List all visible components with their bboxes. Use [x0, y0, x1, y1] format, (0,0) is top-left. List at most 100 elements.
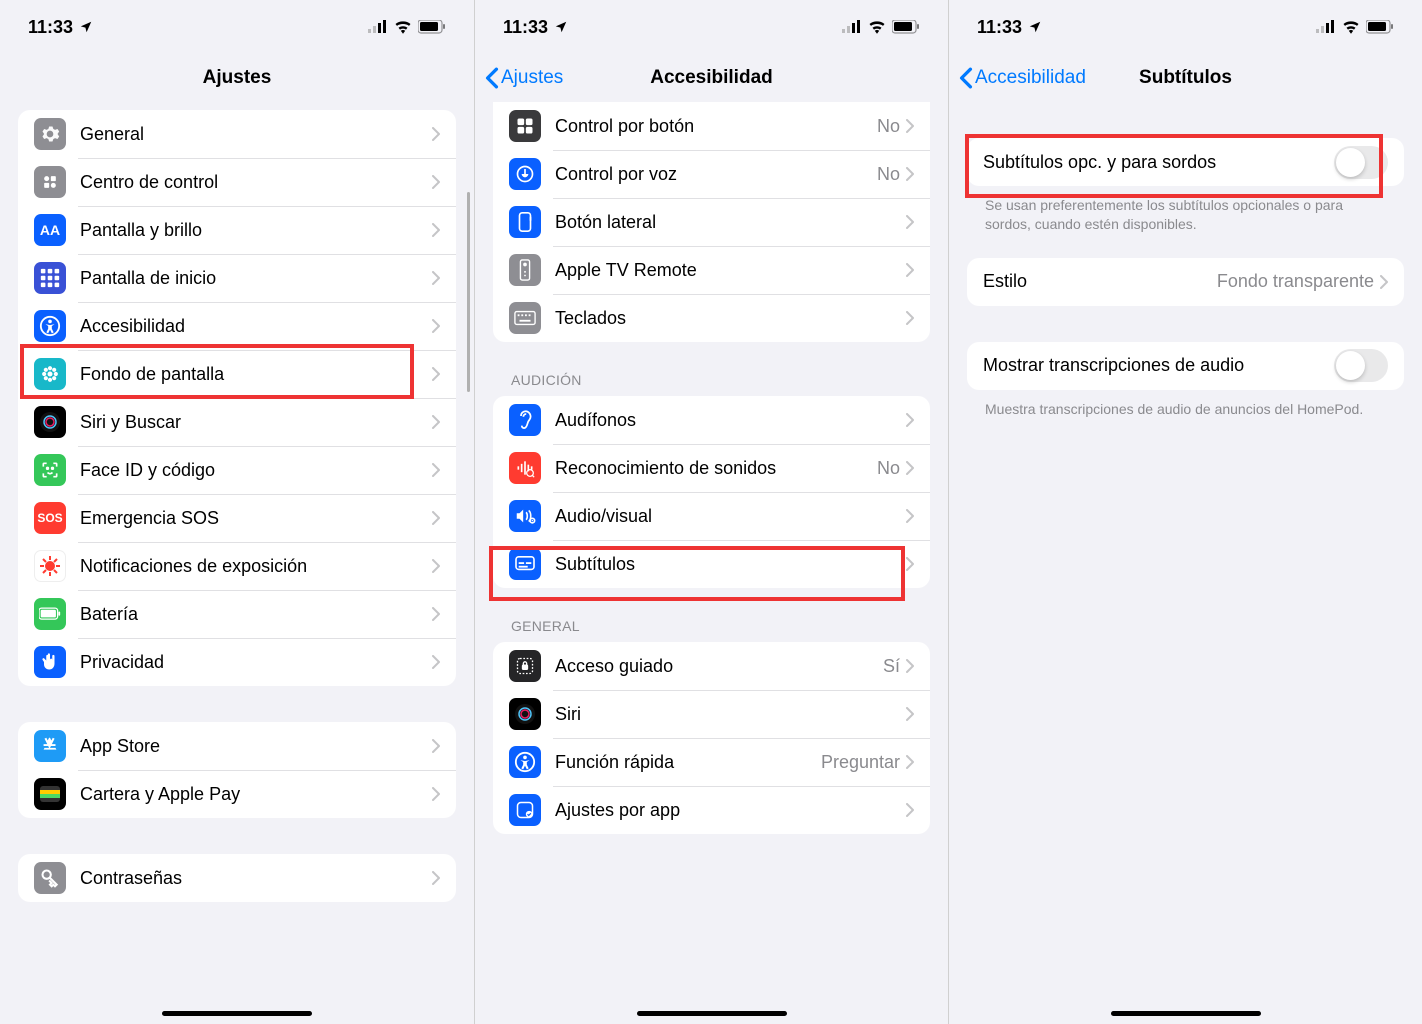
nav-bar: Ajustes	[0, 54, 474, 102]
back-button[interactable]: Accesibilidad	[959, 67, 1086, 89]
chevron-right-icon	[906, 803, 914, 817]
section-audicion: AUDICIÓN	[511, 372, 912, 388]
accessibility-list[interactable]: Control por botónNoControl por vozNoBotó…	[475, 102, 948, 1024]
home-indicator[interactable]	[637, 1011, 787, 1016]
chevron-right-icon	[432, 415, 440, 429]
row-general[interactable]: General	[18, 110, 456, 158]
chevron-right-icon	[906, 659, 914, 673]
row-apple-tv-remote[interactable]: Apple TV Remote	[493, 246, 930, 294]
row-funci-n-r-pida[interactable]: Función rápidaPreguntar	[493, 738, 930, 786]
chevron-left-icon	[959, 67, 973, 89]
battery-icon	[1366, 20, 1394, 34]
chevron-right-icon	[432, 463, 440, 477]
location-icon	[554, 20, 568, 34]
battery-icon	[892, 20, 920, 34]
hand-icon	[34, 646, 66, 678]
row-estilo[interactable]: Estilo Fondo transparente	[967, 258, 1404, 306]
chevron-right-icon	[906, 119, 914, 133]
row-contrase-as[interactable]: Contraseñas	[18, 854, 456, 902]
footer-subtitulos-opc: Se usan preferentemente los subtítulos o…	[985, 196, 1386, 234]
chevron-right-icon	[906, 461, 914, 475]
row-face-id-y-c-digo[interactable]: Face ID y código	[18, 446, 456, 494]
chevron-right-icon	[906, 311, 914, 325]
shortcut-icon	[509, 746, 541, 778]
row-siri[interactable]: Siri	[493, 690, 930, 738]
location-icon	[79, 20, 93, 34]
av-icon	[509, 500, 541, 532]
cc2-icon	[509, 548, 541, 580]
flower-icon	[34, 358, 66, 390]
row-bater-a[interactable]: Batería	[18, 590, 456, 638]
row-notificaciones-de-exposici-n[interactable]: Notificaciones de exposición	[18, 542, 456, 590]
access-icon	[34, 310, 66, 342]
siri2-icon	[509, 698, 541, 730]
chevron-right-icon	[906, 755, 914, 769]
row-reconocimiento-de-sonidos[interactable]: Reconocimiento de sonidosNo	[493, 444, 930, 492]
chevron-right-icon	[906, 263, 914, 277]
screen-ajustes: 11:33 Ajustes GeneralCentro de controlAA…	[0, 0, 474, 1024]
voice-icon	[509, 158, 541, 190]
page-title: Subtítulos	[1139, 67, 1232, 89]
covid-icon	[34, 550, 66, 582]
lock-icon	[509, 650, 541, 682]
chevron-right-icon	[906, 509, 914, 523]
row-pantalla-de-inicio[interactable]: Pantalla de inicio	[18, 254, 456, 302]
status-bar: 11:33	[0, 0, 474, 54]
cc-icon	[34, 166, 66, 198]
page-title: Ajustes	[203, 67, 272, 89]
row-subtitulos-opc[interactable]: Subtítulos opc. y para sordos	[967, 138, 1404, 186]
kbd-icon	[509, 302, 541, 334]
chevron-right-icon	[906, 167, 914, 181]
cellular-icon	[842, 20, 862, 34]
row-subt-tulos[interactable]: Subtítulos	[493, 540, 930, 588]
row-pantalla-y-brillo[interactable]: AAPantalla y brillo	[18, 206, 456, 254]
cellular-icon	[1316, 20, 1336, 34]
toggle-transcripciones[interactable]	[1334, 349, 1388, 382]
chevron-right-icon	[906, 707, 914, 721]
row-aud-fonos[interactable]: Audífonos	[493, 396, 930, 444]
perapp-icon	[509, 794, 541, 826]
aa-icon: AA	[34, 214, 66, 246]
footer-transcripciones: Muestra transcripciones de audio de anun…	[985, 400, 1386, 419]
siri-icon	[34, 406, 66, 438]
row-accesibilidad[interactable]: Accesibilidad	[18, 302, 456, 350]
chevron-right-icon	[432, 271, 440, 285]
location-icon	[1028, 20, 1042, 34]
chevron-right-icon	[432, 367, 440, 381]
home-indicator[interactable]	[162, 1011, 312, 1016]
row-siri-y-buscar[interactable]: Siri y Buscar	[18, 398, 456, 446]
chevron-right-icon	[906, 557, 914, 571]
cellular-icon	[368, 20, 388, 34]
wifi-icon	[868, 20, 886, 34]
row-ajustes-por-app[interactable]: Ajustes por app	[493, 786, 930, 834]
home-indicator[interactable]	[1111, 1011, 1261, 1016]
row-privacidad[interactable]: Privacidad	[18, 638, 456, 686]
subtitles-list[interactable]: Subtítulos opc. y para sordos Se usan pr…	[949, 102, 1422, 1024]
row-teclados[interactable]: Teclados	[493, 294, 930, 342]
row-cartera-y-apple-pay[interactable]: Cartera y Apple Pay	[18, 770, 456, 818]
row-transcripciones[interactable]: Mostrar transcripciones de audio	[967, 342, 1404, 390]
chevron-right-icon	[432, 175, 440, 189]
row-bot-n-lateral[interactable]: Botón lateral	[493, 198, 930, 246]
switchctl-icon	[509, 110, 541, 142]
nav-bar: Ajustes Accesibilidad	[475, 54, 948, 102]
toggle-subtitulos-opc[interactable]	[1334, 146, 1388, 179]
row-app-store[interactable]: App Store	[18, 722, 456, 770]
ear-icon	[509, 404, 541, 436]
settings-list[interactable]: GeneralCentro de controlAAPantalla y bri…	[0, 102, 474, 1024]
row-centro-de-control[interactable]: Centro de control	[18, 158, 456, 206]
row-control-por-bot-n[interactable]: Control por botónNo	[493, 102, 930, 150]
wifi-icon	[1342, 20, 1360, 34]
wallet-icon	[34, 778, 66, 810]
row-control-por-voz[interactable]: Control por vozNo	[493, 150, 930, 198]
chevron-right-icon	[906, 413, 914, 427]
scroll-indicator[interactable]	[467, 192, 470, 392]
row-emergencia-sos[interactable]: SOSEmergencia SOS	[18, 494, 456, 542]
row-audio-visual[interactable]: Audio/visual	[493, 492, 930, 540]
chevron-right-icon	[432, 655, 440, 669]
row-fondo-de-pantalla[interactable]: Fondo de pantalla	[18, 350, 456, 398]
back-button[interactable]: Ajustes	[485, 67, 563, 89]
row-acceso-guiado[interactable]: Acceso guiadoSí	[493, 642, 930, 690]
key-icon	[34, 862, 66, 894]
battery-icon	[418, 20, 446, 34]
